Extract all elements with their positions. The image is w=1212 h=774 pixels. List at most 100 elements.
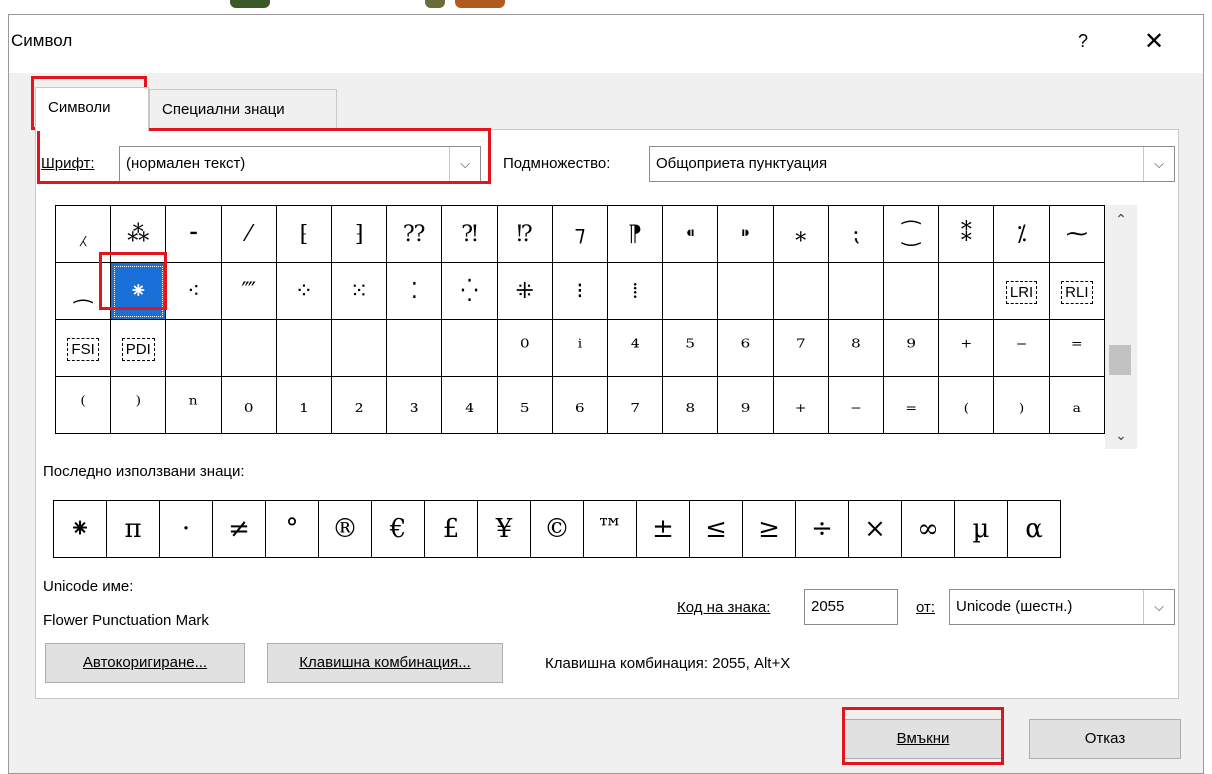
symbol-cell[interactable]: ⁞	[607, 262, 664, 320]
tab-symbols[interactable]: Символи	[35, 87, 149, 131]
symbol-cell[interactable]	[827, 262, 885, 320]
symbol-cell[interactable]: ⁛	[441, 262, 498, 320]
symbol-cell[interactable]	[331, 319, 388, 377]
symbol-cell[interactable]: ⁝	[551, 262, 609, 320]
symbol-cell[interactable]: ⁍	[717, 205, 774, 263]
symbol-cell[interactable]: ₐ	[1048, 376, 1106, 434]
symbol-cell[interactable]: ⁷	[772, 319, 829, 377]
recent-symbol-cell[interactable]: ©	[530, 500, 584, 558]
symbol-cell[interactable]: ⁹	[883, 319, 940, 377]
symbol-cell[interactable]: ⁄	[220, 205, 277, 263]
symbol-cell[interactable]: ⁚	[386, 262, 443, 320]
symbol-cell[interactable]: ⁿ	[165, 376, 222, 434]
symbol-cell[interactable]: ₎	[993, 376, 1050, 434]
char-code-input[interactable]: 2055	[804, 589, 898, 625]
symbol-cell[interactable]	[220, 319, 277, 377]
symbol-cell[interactable]: ⁴	[607, 319, 664, 377]
tab-special-characters[interactable]: Специални знаци	[149, 89, 337, 129]
symbol-cell[interactable]	[275, 319, 333, 377]
symbol-cell[interactable]: ⁋	[607, 205, 664, 263]
subset-select[interactable]: Общоприета пунктуация ⌵	[649, 146, 1175, 182]
recent-symbol-cell[interactable]: ÷	[795, 500, 849, 558]
symbol-cell[interactable]: RLI	[1048, 262, 1106, 320]
symbol-cell[interactable]	[717, 262, 774, 320]
symbol-cell[interactable]: ⁉	[496, 205, 553, 263]
recent-symbol-cell[interactable]: ¥	[477, 500, 531, 558]
symbol-cell[interactable]: ⁱ	[551, 319, 609, 377]
symbol-cell[interactable]: ⁓	[1048, 205, 1106, 263]
recent-symbol-cell[interactable]: ®	[318, 500, 372, 558]
symbol-cell[interactable]: ⁔	[54, 262, 112, 320]
symbol-cell[interactable]: ⁻	[993, 319, 1050, 377]
symbol-cell[interactable]: ⁁	[54, 205, 112, 263]
symbol-cell[interactable]	[772, 262, 829, 320]
symbol-cell[interactable]: ⁅	[275, 205, 333, 263]
symbol-cell[interactable]: ₉	[717, 376, 774, 434]
recent-symbol-cell[interactable]: µ	[954, 500, 1008, 558]
recent-symbol-cell[interactable]: ≤	[689, 500, 743, 558]
scrollbar-thumb[interactable]	[1109, 345, 1131, 375]
symbol-cell[interactable]: ⁃	[165, 205, 222, 263]
symbol-cell[interactable]: ⁆	[331, 205, 388, 263]
symbol-cell[interactable]: ₃	[386, 376, 443, 434]
recent-symbol-cell[interactable]: £	[424, 500, 478, 558]
symbol-cell[interactable]: ₂	[331, 376, 388, 434]
symbol-cell[interactable]	[938, 262, 995, 320]
font-select[interactable]: (нормален текст) ⌵	[119, 146, 481, 182]
recent-symbol-cell[interactable]: ×	[848, 500, 902, 558]
symbol-cell[interactable]: ₍	[938, 376, 995, 434]
recent-symbol-cell[interactable]: α	[1007, 500, 1061, 558]
symbol-cell[interactable]: ₈	[662, 376, 719, 434]
symbol-cell[interactable]: ⁂	[110, 205, 167, 263]
symbol-cell[interactable]: ⁐	[883, 205, 940, 263]
cancel-button[interactable]: Отказ	[1029, 719, 1181, 759]
shortcut-key-button[interactable]: Клавишна комбинация...	[267, 643, 503, 683]
symbol-cell[interactable]: ⁈	[441, 205, 498, 263]
scroll-up-icon[interactable]: ⌃	[1105, 205, 1137, 233]
symbol-cell[interactable]: ₀	[220, 376, 277, 434]
recent-symbol-cell[interactable]: ™	[583, 500, 637, 558]
symbol-cell[interactable]	[662, 262, 719, 320]
symbol-cell[interactable]: ⁽	[54, 376, 112, 434]
scroll-down-icon[interactable]: ⌄	[1105, 421, 1137, 449]
symbol-cell[interactable]: ⁒	[993, 205, 1050, 263]
symbol-cell[interactable]: ⁑	[938, 205, 995, 263]
symbol-cell[interactable]	[165, 319, 222, 377]
symbol-cell[interactable]: ⁼	[1048, 319, 1106, 377]
symbol-cell[interactable]: ₁	[275, 376, 333, 434]
symbol-cell[interactable]: PDI	[110, 319, 167, 377]
symbol-grid-scrollbar[interactable]: ⌃ ⌄	[1105, 205, 1137, 449]
recent-symbol-cell[interactable]: ·	[159, 500, 213, 558]
symbol-cell[interactable]: ⁎	[772, 205, 829, 263]
insert-button[interactable]: Вмъкни	[843, 719, 1003, 759]
symbol-cell[interactable]: ⁖	[165, 262, 222, 320]
symbol-cell-selected[interactable]: ⁕	[110, 262, 167, 320]
symbol-cell[interactable]: ⁺	[938, 319, 995, 377]
symbol-cell[interactable]: ⁌	[662, 205, 719, 263]
symbol-cell[interactable]: ⁰	[496, 319, 553, 377]
symbol-cell[interactable]: ₄	[441, 376, 498, 434]
symbol-cell[interactable]	[441, 319, 498, 377]
close-button[interactable]: ✕	[1139, 27, 1169, 57]
symbol-cell[interactable]: ₅	[496, 376, 553, 434]
recent-symbol-cell[interactable]: ±	[636, 500, 690, 558]
symbol-cell[interactable]: ₊	[772, 376, 829, 434]
help-button[interactable]: ?	[1069, 27, 1097, 55]
symbol-cell[interactable]	[883, 262, 940, 320]
symbol-cell[interactable]: ⁇	[386, 205, 443, 263]
symbol-cell[interactable]: ₋	[827, 376, 885, 434]
symbol-cell[interactable]: ⁏	[827, 205, 885, 263]
symbol-cell[interactable]: ⁾	[110, 376, 167, 434]
from-select[interactable]: Unicode (шестн.) ⌵	[949, 589, 1175, 625]
symbol-cell[interactable]: ₌	[883, 376, 940, 434]
autocorrect-button[interactable]: Автокоригиране...	[45, 643, 245, 683]
recent-symbol-cell[interactable]: €	[371, 500, 425, 558]
symbol-cell[interactable]: FSI	[54, 319, 112, 377]
symbol-cell[interactable]: ⁘	[275, 262, 333, 320]
symbol-cell[interactable]: ⁙	[331, 262, 388, 320]
symbol-cell[interactable]: ⁜	[496, 262, 553, 320]
symbol-cell[interactable]: ₇	[607, 376, 664, 434]
recent-symbol-cell[interactable]: π	[106, 500, 160, 558]
symbol-cell[interactable]: ⁸	[827, 319, 885, 377]
symbol-cell[interactable]: LRI	[993, 262, 1050, 320]
